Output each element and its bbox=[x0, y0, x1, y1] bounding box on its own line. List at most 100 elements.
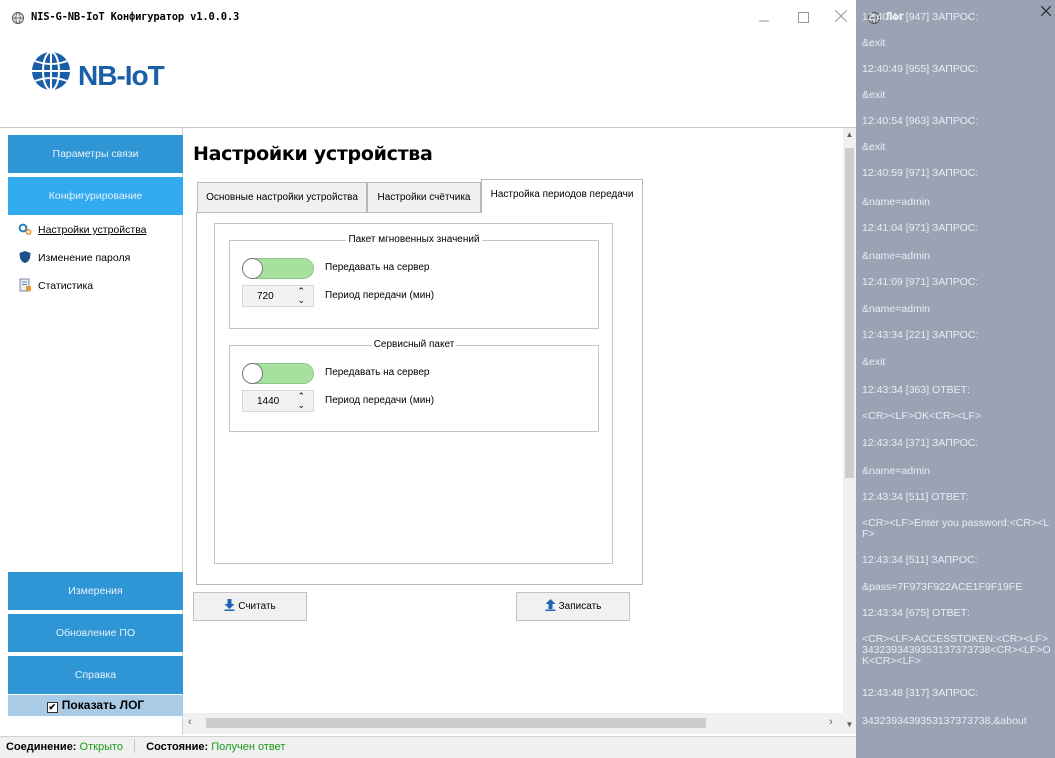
nav-help[interactable]: Справка bbox=[8, 656, 183, 694]
log-line: 12:43:34 [675] ОТВЕТ: bbox=[862, 607, 970, 619]
nav-firmware-update[interactable]: Обновление ПО bbox=[8, 614, 183, 652]
log-line: 12:41:04 [971] ЗАПРОС: bbox=[862, 222, 979, 234]
read-button[interactable]: Считать bbox=[193, 592, 307, 621]
scrollbar-thumb[interactable] bbox=[845, 148, 854, 478]
sidebar-item-label: Настройки устройства bbox=[38, 224, 147, 236]
log-line: &name=admin bbox=[862, 303, 930, 315]
settings-frame: Пакет мгновенных значений Передавать на … bbox=[214, 223, 613, 564]
period-value: 1440 bbox=[257, 396, 280, 407]
close-button[interactable] bbox=[831, 8, 851, 28]
log-line: 12:43:34 [221] ЗАПРОС: bbox=[862, 329, 979, 341]
log-line: 12:40:59 [971] ЗАПРОС: bbox=[862, 167, 979, 179]
toggle-knob bbox=[242, 258, 263, 279]
scroll-right-icon[interactable]: › bbox=[829, 716, 833, 728]
minimize-button[interactable] bbox=[754, 8, 774, 28]
scroll-left-icon[interactable]: ‹ bbox=[188, 716, 192, 728]
log-line: &pass=7F973F922ACE1F9F19FE bbox=[862, 581, 1023, 593]
show-log-checkbox[interactable]: ✔ Показать ЛОГ bbox=[8, 695, 183, 716]
state-value: Получен ответ bbox=[211, 741, 286, 753]
state-label: Состояние: bbox=[146, 741, 209, 753]
period-label: Период передачи (мин) bbox=[325, 395, 435, 406]
maximize-button[interactable] bbox=[793, 8, 813, 28]
document-chart-icon bbox=[19, 278, 31, 292]
period-value: 720 bbox=[257, 291, 274, 302]
sidebar-item-device-settings[interactable]: Настройки устройства bbox=[18, 222, 147, 238]
toggle-knob bbox=[242, 363, 263, 384]
sidebar: Параметры связи Конфигурирование Настрой… bbox=[0, 128, 183, 735]
minimize-icon bbox=[759, 20, 769, 22]
log-line: 12:43:48 [317] ЗАПРОС: bbox=[862, 687, 979, 699]
status-separator bbox=[134, 739, 136, 753]
log-line: &exit bbox=[862, 356, 886, 368]
nav-measurements[interactable]: Измерения bbox=[8, 572, 183, 610]
checkbox-checked-icon: ✔ bbox=[46, 702, 58, 713]
write-button[interactable]: Записать bbox=[516, 592, 630, 621]
service-packet-group: Сервисный пакет Передавать на сервер 144… bbox=[229, 339, 599, 432]
sidebar-item-label: Статистика bbox=[38, 280, 94, 292]
period-spinbox[interactable]: 720 ⌃ ⌄ bbox=[242, 285, 314, 307]
page-title: Настройки устройства bbox=[193, 143, 433, 165]
send-to-server-label: Передавать на сервер bbox=[325, 262, 430, 273]
show-log-label: Показать ЛОГ bbox=[61, 698, 145, 712]
scroll-up-icon[interactable]: ▲ bbox=[843, 130, 856, 139]
log-line: <CR><LF>OK<CR><LF> bbox=[862, 410, 982, 422]
log-line: &exit bbox=[862, 141, 886, 153]
tab-meter-settings[interactable]: Настройки счётчика bbox=[367, 182, 481, 212]
tab-panel: Пакет мгновенных значений Передавать на … bbox=[196, 212, 643, 585]
spin-arrows-icon[interactable]: ⌃ ⌄ bbox=[297, 287, 305, 305]
sidebar-item-change-password[interactable]: Изменение пароля bbox=[18, 250, 130, 266]
gears-icon bbox=[18, 223, 32, 236]
logo-text: NB-IoT bbox=[78, 60, 165, 91]
log-line: <CR><LF>ACCESSTOKEN:<CR><LF>343239343935… bbox=[862, 633, 1051, 667]
connection-value: Открыто bbox=[79, 741, 124, 753]
log-line: <CR><LF>Enter you password:<CR><LF> bbox=[862, 517, 1050, 540]
send-to-server-toggle[interactable] bbox=[242, 363, 314, 384]
scroll-down-icon[interactable]: ▼ bbox=[843, 720, 856, 729]
status-bar: Соединение: Открыто Состояние: Получен о… bbox=[0, 736, 856, 758]
log-line: &name=admin bbox=[862, 250, 930, 262]
nav-connection-params[interactable]: Параметры связи bbox=[8, 135, 183, 173]
period-label: Период передачи (мин) bbox=[325, 290, 435, 301]
log-line: &name=admin bbox=[862, 196, 930, 208]
log-line: 12:43:34 [511] ОТВЕТ: bbox=[862, 491, 970, 503]
scrollbar-thumb[interactable] bbox=[206, 718, 706, 728]
nav-configuration[interactable]: Конфигурирование bbox=[8, 177, 183, 215]
read-button-label: Считать bbox=[238, 601, 276, 612]
upload-arrow-icon bbox=[545, 599, 556, 611]
sidebar-item-label: Изменение пароля bbox=[38, 252, 131, 264]
log-line: 12:43:34 [363] ОТВЕТ: bbox=[862, 384, 970, 396]
close-icon bbox=[834, 9, 848, 23]
log-line: 12:41:09 [971] ЗАПРОС: bbox=[862, 276, 979, 288]
log-line: 12:40:54 [963] ЗАПРОС: bbox=[862, 115, 979, 127]
group-title: Пакет мгновенных значений bbox=[346, 234, 482, 245]
log-line: 12:43:34 [371] ЗАПРОС: bbox=[862, 437, 979, 449]
horizontal-scrollbar[interactable]: ‹ › bbox=[183, 713, 843, 734]
title-bar: NIS-G-NB-IoT Конфигуратор v1.0.0.3 bbox=[0, 0, 856, 36]
log-line: 12:40:44 [947] ЗАПРОС: bbox=[862, 11, 979, 23]
log-line: 3432393439353137373738,&about bbox=[862, 715, 1027, 727]
tab-basic-settings[interactable]: Основные настройки устройства bbox=[197, 182, 367, 212]
shield-icon bbox=[19, 251, 31, 263]
instant-values-group: Пакет мгновенных значений Передавать на … bbox=[229, 234, 599, 329]
log-line: 12:43:34 [511] ЗАПРОС: bbox=[862, 554, 978, 566]
send-to-server-label: Передавать на сервер bbox=[325, 367, 430, 378]
connection-label: Соединение: bbox=[6, 741, 77, 753]
period-spinbox[interactable]: 1440 ⌃ ⌄ bbox=[242, 390, 314, 412]
app-icon bbox=[12, 12, 24, 24]
tab-transmission-periods[interactable]: Настройка периодов передачи bbox=[481, 179, 643, 213]
sidebar-item-statistics[interactable]: Статистика bbox=[18, 278, 93, 294]
group-title: Сервисный пакет bbox=[371, 339, 457, 350]
window-title: NIS-G-NB-IoT Конфигуратор v1.0.0.3 bbox=[31, 11, 240, 23]
globe-icon bbox=[32, 51, 70, 91]
spin-arrows-icon[interactable]: ⌃ ⌄ bbox=[297, 392, 305, 410]
log-line: &exit bbox=[862, 37, 886, 49]
log-line: &exit bbox=[862, 89, 886, 101]
write-button-label: Записать bbox=[558, 601, 602, 612]
configurator-window: NIS-G-NB-IoT Конфигуратор v1.0.0.3 NB-Io… bbox=[0, 0, 856, 758]
log-window: Лог 12:40:44 [947] ЗАПРОС: &exit 12:40:4… bbox=[856, 0, 1055, 758]
log-line: &name=admin bbox=[862, 465, 930, 477]
vertical-scrollbar[interactable]: ▲ ▼ bbox=[843, 128, 856, 734]
download-arrow-icon bbox=[224, 599, 235, 611]
send-to-server-toggle[interactable] bbox=[242, 258, 314, 279]
maximize-icon bbox=[797, 12, 809, 23]
